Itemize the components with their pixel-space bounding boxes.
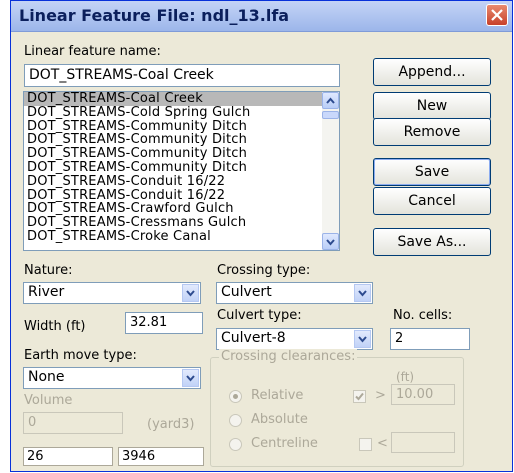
list-item[interactable]: DOT_STREAMS-Community Ditch <box>24 119 339 134</box>
list-item[interactable]: DOT_STREAMS-Community Ditch <box>24 161 339 175</box>
centreline-label: Centreline <box>251 436 318 451</box>
centreline-checkbox[interactable] <box>359 438 372 451</box>
save-as-button[interactable]: Save As... <box>373 228 491 256</box>
scroll-down-button[interactable] <box>322 233 339 250</box>
chevron-up-icon <box>326 97 335 104</box>
absolute-label: Absolute <box>251 412 308 427</box>
crossing-type-value: Culvert <box>221 284 272 300</box>
crossing-type-select[interactable]: Culvert <box>216 282 373 304</box>
list-item[interactable]: DOT_STREAMS-Crawford Gulch <box>24 202 339 216</box>
list-item[interactable]: DOT_STREAMS-Conduit 16/22 <box>24 174 339 189</box>
scroll-thumb[interactable] <box>322 111 339 119</box>
window-title: Linear Feature File: ndl_13.lfa <box>19 6 290 25</box>
chevron-down-icon <box>186 290 195 297</box>
width-label: Width (ft) <box>24 319 86 334</box>
relative-label: Relative <box>251 388 304 403</box>
crossing-clearances-group: Crossing clearances: (ft) Relative > 10.… <box>210 349 464 467</box>
volume-label: Volume <box>24 393 73 408</box>
earth-move-type-value: None <box>28 369 65 385</box>
new-button[interactable]: New <box>373 92 491 120</box>
status-cell-right: 3946 <box>118 447 204 466</box>
culvert-type-label: Culvert type: <box>217 308 302 323</box>
earth-move-type-label: Earth move type: <box>24 348 137 363</box>
chevron-down-icon <box>186 375 195 382</box>
list-scrollbar[interactable] <box>322 92 339 250</box>
linear-feature-list[interactable]: DOT_STREAMS-Coal Creek DOT_STREAMS-Cold S… <box>23 91 340 251</box>
close-button[interactable] <box>486 4 508 26</box>
append-button[interactable]: Append... <box>373 58 491 86</box>
status-cell-left: 26 <box>23 447 113 466</box>
list-item[interactable]: DOT_STREAMS-Croke Canal <box>24 230 339 244</box>
width-input[interactable]: 32.81 <box>125 312 203 334</box>
list-item[interactable]: DOT_STREAMS-Community Ditch <box>24 133 339 147</box>
relative-checkbox[interactable] <box>353 390 366 403</box>
remove-button[interactable]: Remove <box>373 118 491 146</box>
save-button[interactable]: Save <box>373 158 491 186</box>
nature-dropdown-button[interactable] <box>182 284 199 302</box>
nature-label: Nature: <box>24 263 73 278</box>
volume-unit: (yard3) <box>147 417 195 432</box>
close-icon <box>491 9 503 21</box>
chevron-down-icon <box>326 239 335 246</box>
cancel-button[interactable]: Cancel <box>373 187 491 215</box>
relative-radio[interactable] <box>229 390 242 403</box>
centreline-clearance-input[interactable] <box>391 432 455 453</box>
volume-input[interactable]: 0 <box>23 412 123 434</box>
crossing-type-label: Crossing type: <box>217 263 311 278</box>
chevron-down-icon <box>358 290 367 297</box>
culvert-type-value: Culvert-8 <box>221 330 286 346</box>
list-item[interactable]: DOT_STREAMS-Coal Creek <box>24 92 339 106</box>
crossing-type-dropdown-button[interactable] <box>354 284 371 302</box>
title-bar[interactable]: Linear Feature File: ndl_13.lfa <box>11 1 512 32</box>
scroll-up-button[interactable] <box>322 92 339 109</box>
nature-select[interactable]: River <box>23 282 201 304</box>
less-than-symbol: < <box>377 436 388 451</box>
linear-feature-name-input[interactable]: DOT_STREAMS-Coal Creek <box>24 64 340 87</box>
culvert-type-select[interactable]: Culvert-8 <box>216 328 373 350</box>
culvert-type-dropdown-button[interactable] <box>354 330 371 348</box>
list-item[interactable]: DOT_STREAMS-Community Ditch <box>24 147 339 161</box>
earth-move-type-select[interactable]: None <box>23 367 201 389</box>
nature-value: River <box>28 284 65 300</box>
no-cells-label: No. cells: <box>393 308 453 323</box>
absolute-radio[interactable] <box>229 414 242 427</box>
clearance-unit: (ft) <box>396 370 415 384</box>
greater-than-symbol: > <box>375 388 386 403</box>
relative-clearance-input[interactable]: 10.00 <box>391 384 455 405</box>
earth-move-type-dropdown-button[interactable] <box>182 369 199 387</box>
centreline-radio[interactable] <box>229 438 242 451</box>
list-item[interactable]: DOT_STREAMS-Conduit 16/22 <box>24 188 339 203</box>
crossing-clearances-title: Crossing clearances: <box>219 349 358 364</box>
linear-feature-name-label: Linear feature name: <box>24 44 161 59</box>
list-item[interactable]: DOT_STREAMS-Cold Spring Gulch <box>24 105 339 120</box>
chevron-down-icon <box>358 336 367 343</box>
list-item[interactable]: DOT_STREAMS-Cressmans Gulch <box>24 216 339 230</box>
checkmark-icon <box>355 392 364 401</box>
no-cells-input[interactable]: 2 <box>390 328 470 350</box>
